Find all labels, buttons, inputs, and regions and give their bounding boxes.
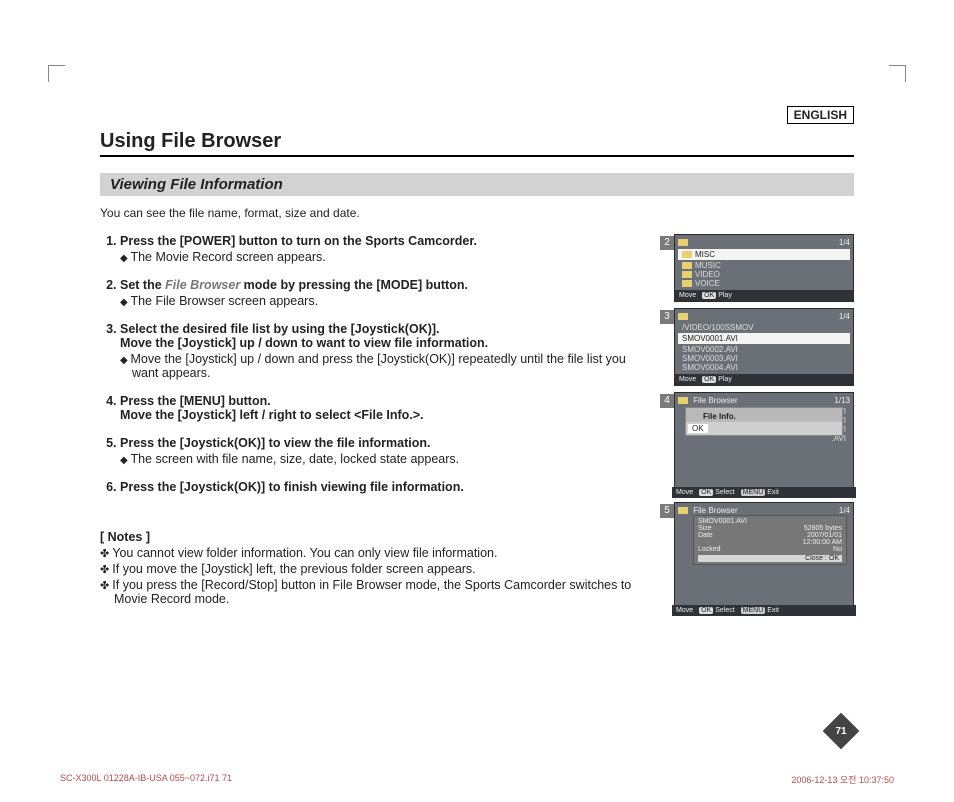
ok-pill-icon: OK <box>699 607 713 614</box>
notes-list: You cannot view folder information. You … <box>100 546 650 606</box>
list-item: VOICE <box>678 279 850 288</box>
step-2: Set the File Browser mode by pressing th… <box>120 278 650 308</box>
close-ok-bar: Close : OK <box>698 555 842 562</box>
content-row: Press the [POWER] button to turn on the … <box>100 234 854 620</box>
instructions-column: Press the [POWER] button to turn on the … <box>100 234 650 620</box>
folder-icon <box>682 271 692 278</box>
step-badge: 5 <box>660 504 674 518</box>
page-number-badge: 71 <box>828 718 854 744</box>
print-footer: SC-X300L 01228A-IB-USA 055~072.i71 71 20… <box>60 773 894 786</box>
step-4: Press the [MENU] button.Move the [Joysti… <box>120 394 650 422</box>
list-item: VIDEO <box>678 270 850 279</box>
list-item: SMOV0003.AVI <box>678 354 850 363</box>
screenshot-4: 4 File Browser1/13 .AVI .AVI .AVI .AVI F… <box>674 392 854 496</box>
breadcrumb: /VIDEO/100SSMOV <box>678 323 850 332</box>
file-info-popup: File Info. OK <box>685 407 843 436</box>
lock-icon <box>690 409 700 419</box>
ok-pill-icon: OK <box>702 376 716 383</box>
step-6: Press the [Joystick(OK)] to finish viewi… <box>120 480 650 494</box>
crop-mark-icon <box>48 65 65 82</box>
language-tag: ENGLISH <box>787 106 854 124</box>
step-badge: 4 <box>660 394 674 408</box>
intro-text: You can see the file name, format, size … <box>100 206 854 220</box>
step-1-sub: The Movie Record screen appears. <box>120 250 650 264</box>
step-badge: 3 <box>660 310 674 324</box>
menu-pill-icon: MENU <box>741 607 766 614</box>
manual-page: ENGLISH Using File Browser Viewing File … <box>0 0 954 802</box>
list-item: SMOV0002.AVI <box>678 345 850 354</box>
step-2-sub: The File Browser screen appears. <box>120 294 650 308</box>
list-item: SMOV0004.AVI <box>678 363 850 372</box>
divider <box>100 155 854 157</box>
menu-pill-icon: MENU <box>741 489 766 496</box>
note-item: If you move the [Joystick] left, the pre… <box>114 562 650 576</box>
screenshot-2: 2 1/4 MISC MUSIC VIDEO VOICE MoveOK Play <box>674 234 854 302</box>
list-item: MISC <box>678 249 850 260</box>
screenshots-column: 2 1/4 MISC MUSIC VIDEO VOICE MoveOK Play… <box>674 234 854 620</box>
folder-icon <box>678 507 688 514</box>
step-3: Select the desired file list by using th… <box>120 322 650 380</box>
folder-icon <box>678 313 688 320</box>
footer-right: 2006-12-13 오전 10:37:50 <box>791 773 894 786</box>
note-item: You cannot view folder information. You … <box>114 546 650 560</box>
folder-icon <box>678 239 688 246</box>
step-5: Press the [Joystick(OK)] to view the fil… <box>120 436 650 466</box>
folder-icon <box>682 262 692 269</box>
section-subtitle: Viewing File Information <box>100 173 854 196</box>
lcd-screen: File Browser1/13 .AVI .AVI .AVI .AVI Fil… <box>674 392 854 496</box>
page-title: Using File Browser <box>100 130 854 153</box>
step-badge: 2 <box>660 236 674 250</box>
crop-mark-icon <box>889 65 906 82</box>
ok-pill-icon: OK <box>702 292 716 299</box>
step-1: Press the [POWER] button to turn on the … <box>120 234 650 264</box>
folder-icon <box>678 397 688 404</box>
lcd-screen: 1/4 /VIDEO/100SSMOV SMOV0001.AVI SMOV000… <box>674 308 854 386</box>
list-item: SMOV0001.AVI <box>678 333 850 344</box>
ok-pill-icon: OK <box>699 489 713 496</box>
screenshot-3: 3 1/4 /VIDEO/100SSMOV SMOV0001.AVI SMOV0… <box>674 308 854 386</box>
list-item: MUSIC <box>678 261 850 270</box>
folder-icon <box>682 251 692 258</box>
file-info-details: SMOV0001.AVI Size52805 bytes Date2007/01… <box>693 515 847 565</box>
step-3-sub: Move the [Joystick] up / down and press … <box>120 352 650 380</box>
step-5-sub: The screen with file name, size, date, l… <box>120 452 650 466</box>
folder-icon <box>682 280 692 287</box>
notes-heading: [ Notes ] <box>100 530 650 544</box>
note-item: If you press the [Record/Stop] button in… <box>114 578 650 606</box>
ok-button: OK <box>688 424 708 433</box>
lcd-screen: File Browser1/4 SMOV0001.AVI Size52805 b… <box>674 502 854 614</box>
footer-left: SC-X300L 01228A-IB-USA 055~072.i71 71 <box>60 773 232 786</box>
steps-list: Press the [POWER] button to turn on the … <box>100 234 650 494</box>
lcd-screen: 1/4 MISC MUSIC VIDEO VOICE MoveOK Play <box>674 234 854 302</box>
screenshot-5: 5 File Browser1/4 SMOV0001.AVI Size52805… <box>674 502 854 614</box>
